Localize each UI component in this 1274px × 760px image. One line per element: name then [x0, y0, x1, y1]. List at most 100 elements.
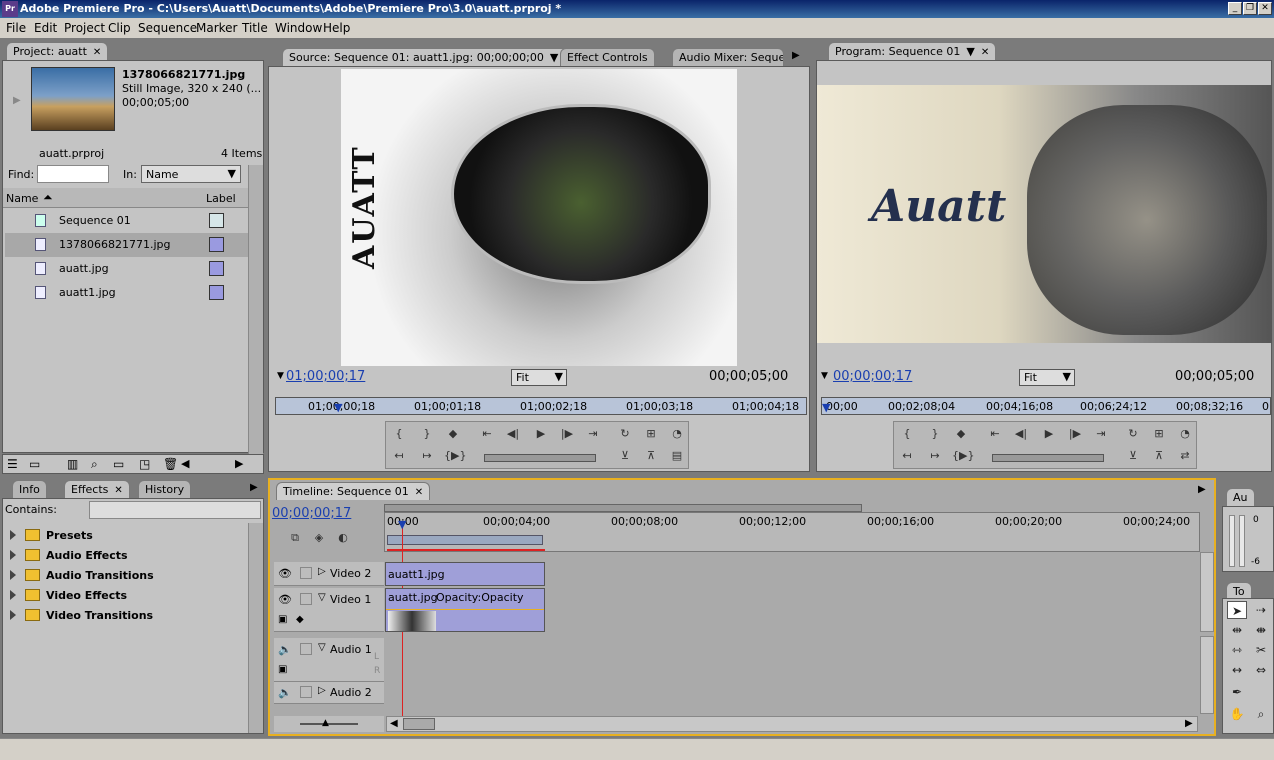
menu-file[interactable]: File: [6, 21, 26, 35]
tab-source[interactable]: Source: Sequence 01: auatt1.jpg: 00;00;0…: [282, 48, 580, 66]
find-input[interactable]: [37, 165, 109, 183]
step-forward-icon[interactable]: |▶: [1066, 426, 1084, 442]
display-style-icon[interactable]: ▣: [278, 664, 287, 675]
list-item[interactable]: auatt.jpg: [5, 257, 248, 281]
project-scrollbar[interactable]: [248, 165, 263, 455]
timeline-ruler[interactable]: 00;00 00;00;04;00 00;00;08;00 00;00;12;0…: [384, 512, 1200, 552]
panel-menu-icon[interactable]: ▶: [1198, 484, 1206, 495]
safe-margins-icon[interactable]: ⊞: [642, 426, 660, 442]
loop-icon[interactable]: ↻: [616, 426, 634, 442]
col-name-header[interactable]: Name: [6, 192, 38, 205]
hand-tool-icon[interactable]: ✋: [1227, 705, 1247, 723]
display-style-icon[interactable]: ▣: [278, 614, 287, 625]
contains-input[interactable]: [89, 501, 261, 519]
jog-shuttle[interactable]: [992, 454, 1104, 462]
work-area-bar[interactable]: [387, 535, 543, 545]
snap-icon[interactable]: ⧉: [286, 530, 304, 546]
scroll-right-icon[interactable]: ▶: [235, 457, 243, 470]
list-item[interactable]: Sequence 01: [5, 209, 248, 233]
opacity-dropdown[interactable]: Opacity:Opacity: [436, 591, 524, 604]
mark-out-icon[interactable]: }: [926, 426, 944, 442]
play-thumbnail-icon[interactable]: ▶: [13, 95, 21, 106]
expand-arrow-icon[interactable]: ▷: [318, 566, 326, 577]
effects-folder-video-transitions[interactable]: Video Transitions: [3, 605, 250, 627]
mark-in-icon[interactable]: {: [898, 426, 916, 442]
mark-out-icon[interactable]: }: [418, 426, 436, 442]
go-prev-marker-icon[interactable]: ↤: [390, 448, 408, 464]
timeline-timecode[interactable]: 00;00;00;17: [272, 506, 351, 521]
keyframe-icon[interactable]: ◆: [296, 614, 304, 625]
source-timecode[interactable]: 01;00;00;17: [286, 369, 365, 384]
automate-icon[interactable]: ▥: [67, 457, 78, 471]
menu-window[interactable]: Window: [275, 21, 322, 35]
menu-sequence[interactable]: Sequence: [138, 21, 197, 35]
go-to-in-icon[interactable]: ⇤: [986, 426, 1004, 442]
find-icon[interactable]: ⌕: [91, 457, 98, 472]
rolling-edit-tool-icon[interactable]: ⇼: [1251, 621, 1271, 639]
sort-up-icon[interactable]: ⏶: [43, 190, 53, 205]
in-select[interactable]: Name ▼: [141, 165, 241, 183]
rate-stretch-tool-icon[interactable]: ⇿: [1227, 641, 1247, 659]
label-swatch[interactable]: [209, 213, 224, 228]
timeline-zoom-bar[interactable]: [384, 504, 862, 512]
output-icon[interactable]: ◔: [668, 426, 686, 442]
program-timecode[interactable]: 00;00;00;17: [833, 369, 912, 384]
effects-folder-presets[interactable]: Presets: [3, 525, 250, 547]
go-next-marker-icon[interactable]: ↦: [418, 448, 436, 464]
menu-project[interactable]: Project: [64, 21, 105, 35]
scroll-left-icon[interactable]: ◀: [181, 457, 189, 470]
effects-scrollbar[interactable]: [248, 523, 263, 733]
lock-toggle[interactable]: [300, 593, 312, 605]
loop-icon[interactable]: ↻: [1124, 426, 1142, 442]
set-marker-icon[interactable]: ◆: [952, 426, 970, 442]
go-prev-marker-icon[interactable]: ↤: [898, 448, 916, 464]
list-view-icon[interactable]: ☰: [7, 457, 18, 471]
safe-margins-icon[interactable]: ⊞: [1150, 426, 1168, 442]
close-button[interactable]: ✕: [1258, 2, 1272, 15]
set-marker-icon[interactable]: ◆: [444, 426, 462, 442]
timeline-hscrollbar[interactable]: ◀ ▶: [386, 716, 1198, 732]
source-playhead[interactable]: ▼: [334, 401, 342, 414]
tab-audio-mixer[interactable]: Audio Mixer: Sequen: [672, 48, 784, 66]
marker-icon[interactable]: ◈: [310, 530, 328, 546]
label-swatch[interactable]: [209, 285, 224, 300]
play-in-out-icon[interactable]: {▶}: [952, 448, 974, 464]
trim-icon[interactable]: ⇄: [1176, 448, 1194, 464]
new-item-icon[interactable]: ◳: [139, 457, 150, 471]
timeline-zoom-slider[interactable]: ▲: [274, 716, 384, 732]
ripple-edit-tool-icon[interactable]: ⇹: [1227, 621, 1247, 639]
tab-project[interactable]: Project: auatt ✕: [6, 42, 109, 60]
play-in-out-icon[interactable]: {▶}: [444, 448, 466, 464]
video-tracks-scrollbar[interactable]: [1200, 552, 1214, 632]
slide-tool-icon[interactable]: ⇔: [1251, 661, 1271, 679]
go-to-out-icon[interactable]: ⇥: [1092, 426, 1110, 442]
timeline-clip[interactable]: auatt.jpg Opacity:Opacity: [385, 588, 545, 632]
menu-title[interactable]: Title: [242, 21, 268, 35]
minimize-button[interactable]: _: [1228, 2, 1242, 15]
slip-tool-icon[interactable]: ↔: [1227, 661, 1247, 679]
panel-menu-icon[interactable]: ▶: [792, 50, 800, 61]
label-swatch[interactable]: [209, 261, 224, 276]
new-bin-icon[interactable]: ▭: [113, 457, 124, 471]
mark-in-icon[interactable]: {: [390, 426, 408, 442]
eye-icon[interactable]: 👁: [278, 593, 292, 606]
speaker-icon[interactable]: 🔈: [278, 686, 292, 699]
label-swatch[interactable]: [209, 237, 224, 252]
zoom-tool-icon[interactable]: ⌕: [1251, 705, 1271, 723]
step-back-icon[interactable]: ◀|: [1012, 426, 1030, 442]
source-fit-select[interactable]: Fit ▼: [511, 369, 567, 386]
go-to-in-icon[interactable]: ⇤: [478, 426, 496, 442]
speaker-icon[interactable]: 🔈: [278, 643, 292, 656]
tab-effect-controls[interactable]: Effect Controls: [560, 48, 655, 66]
lock-toggle[interactable]: [300, 567, 312, 579]
output-icon[interactable]: ◔: [1176, 426, 1194, 442]
tab-audio-meter[interactable]: Au: [1226, 488, 1255, 506]
tab-history[interactable]: History: [138, 480, 192, 498]
trash-icon[interactable]: 🗑: [163, 457, 178, 471]
menu-help[interactable]: Help: [323, 21, 350, 35]
track-select-tool-icon[interactable]: ⇢: [1251, 601, 1271, 619]
step-forward-icon[interactable]: |▶: [558, 426, 576, 442]
list-item[interactable]: 1378066821771.jpg: [5, 233, 248, 257]
extract-icon[interactable]: ⊼: [1150, 448, 1168, 464]
selection-tool-icon[interactable]: ➤: [1227, 601, 1247, 619]
